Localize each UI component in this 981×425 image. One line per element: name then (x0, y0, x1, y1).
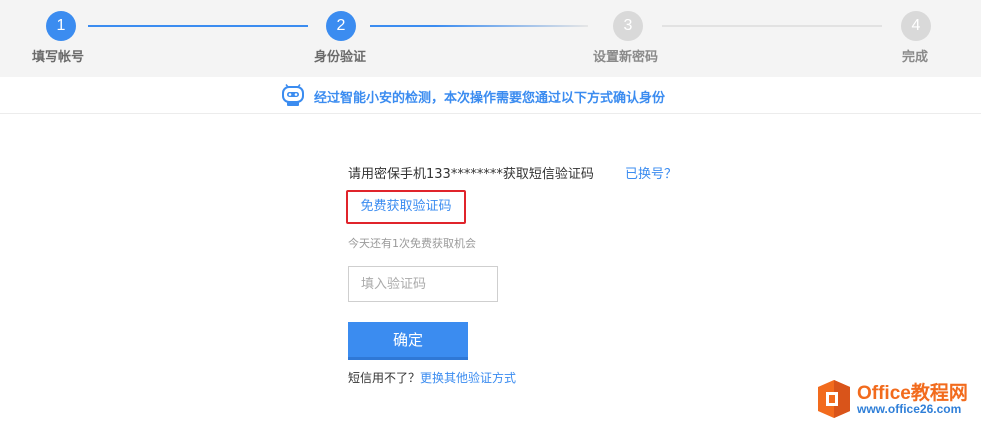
step-3-label: 设置新密码 (593, 50, 659, 65)
watermark-url: www.office26.com (857, 402, 962, 416)
notice-content: 经过智能小安的检测，本次操作需要您通过以下方式确认身份 (280, 84, 665, 108)
office-logo-icon (818, 380, 850, 418)
change-verify-method-link[interactable]: 更换其他验证方式 (420, 371, 516, 385)
verification-code-input[interactable] (348, 266, 498, 302)
step-4-label: 完成 (902, 50, 929, 65)
progress-stepper: 1 填写帐号 2 身份验证 3 设置新密码 4 完成 (0, 0, 981, 77)
robot-icon (282, 84, 304, 106)
watermark: Office教程网 www.office26.com (815, 376, 981, 425)
confirm-button[interactable]: 确定 (348, 322, 468, 360)
fallback-line: 短信用不了？更换其他验证方式 (348, 369, 516, 386)
notice-text: 经过智能小安的检测，本次操作需要您通过以下方式确认身份 (314, 90, 666, 106)
step-2-label: 身份验证 (314, 50, 367, 65)
step-3-circle: 3 (613, 11, 643, 41)
watermark-brand: Office教程网 (857, 383, 968, 404)
step-1-label: 填写帐号 (32, 50, 85, 65)
phone-prompt: 请用密保手机133********获取短信验证码 (348, 167, 594, 182)
identity-notice-bar: 经过智能小安的检测，本次操作需要您通过以下方式确认身份 (0, 77, 981, 114)
step-connector-1 (88, 25, 308, 27)
change-number-link[interactable]: 已换号？ (625, 163, 677, 182)
step-connector-3 (662, 25, 882, 27)
step-2-circle: 2 (326, 11, 356, 41)
step-1-circle: 1 (46, 11, 76, 41)
step-connector-2 (370, 25, 588, 27)
step-4-circle: 4 (901, 11, 931, 41)
fallback-question: 短信用不了？ (348, 371, 421, 385)
get-code-button[interactable]: 免费获取验证码 (346, 190, 466, 224)
remaining-chances-text: 今天还有1次免费获取机会 (348, 237, 476, 250)
